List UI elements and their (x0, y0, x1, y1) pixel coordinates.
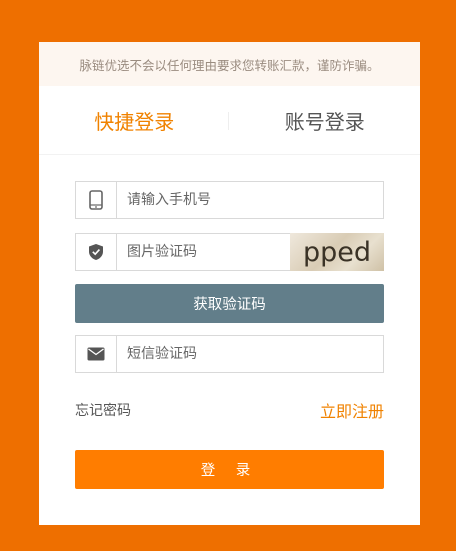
mail-icon (76, 336, 117, 372)
captcha-input[interactable] (117, 235, 290, 269)
phone-field (75, 181, 384, 219)
phone-input[interactable] (117, 183, 383, 217)
tab-account-login[interactable]: 账号登录 (230, 106, 421, 135)
login-button[interactable]: 登 录 (75, 450, 384, 489)
register-link[interactable]: 立即注册 (320, 398, 384, 422)
fraud-notice: 脉链优选不会以任何理由要求您转账汇款，谨防诈骗。 (39, 42, 420, 86)
shield-icon (76, 234, 117, 270)
tab-divider (228, 112, 229, 130)
phone-icon (76, 182, 117, 218)
tab-quick-login[interactable]: 快捷登录 (39, 106, 230, 135)
login-card: 脉链优选不会以任何理由要求您转账汇款，谨防诈骗。 快捷登录 账号登录 pped … (39, 42, 420, 525)
forgot-password-link[interactable]: 忘记密码 (75, 400, 131, 420)
get-code-button[interactable]: 获取验证码 (75, 284, 384, 323)
captcha-image[interactable]: pped (290, 233, 384, 271)
sms-code-field (75, 335, 384, 373)
login-tabs: 快捷登录 账号登录 (39, 86, 420, 155)
captcha-field: pped (75, 233, 384, 271)
sms-code-input[interactable] (117, 337, 383, 371)
login-links: 忘记密码 立即注册 (75, 398, 384, 422)
